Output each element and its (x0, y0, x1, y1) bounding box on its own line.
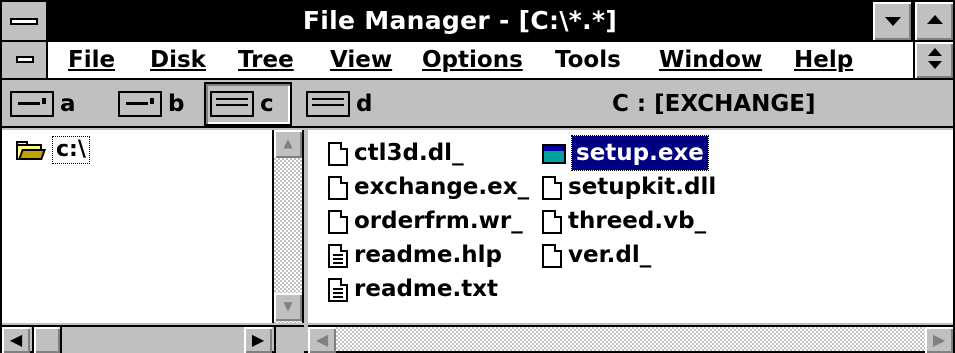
drive-b-letter: b (168, 91, 185, 117)
menu-file-label: File (68, 47, 116, 73)
arrow-right-icon: ▶ (251, 330, 265, 349)
file-item[interactable]: ver.dl_ (542, 238, 762, 272)
file-name: readme.txt (354, 276, 499, 302)
restore-button[interactable] (913, 42, 953, 78)
file-list-pane[interactable]: ctl3d.dl_ exchange.ex_ orderfrm.wr_ read… (308, 130, 953, 323)
scroll-down-icon: ▼ (283, 299, 293, 313)
document-icon (328, 244, 348, 268)
system-menu-button[interactable] (2, 2, 48, 40)
system-menu-icon (10, 18, 38, 25)
menu-file[interactable]: File (68, 42, 115, 78)
tree-item-label: c:\ (52, 136, 90, 164)
file-horizontal-scrollbar[interactable]: ◀ ▶ (308, 325, 953, 353)
scroll-up-button[interactable]: ▲ (274, 130, 302, 158)
drive-d[interactable]: d (306, 82, 386, 126)
arrow-right-icon: ▶ (932, 330, 946, 349)
file-item[interactable]: readme.hlp (328, 238, 538, 272)
menu-options[interactable]: Options (422, 42, 523, 78)
maximize-icon (927, 15, 943, 24)
volume-label: C : [EXCHANGE] (612, 91, 816, 117)
file-icon (542, 176, 562, 200)
open-folder-icon (16, 141, 47, 161)
menu-options-label: Options (422, 47, 523, 73)
file-name: exchange.ex_ (354, 174, 530, 200)
menu-tree-label: Tree (238, 47, 294, 73)
menu-tree[interactable]: Tree (238, 42, 294, 78)
scrollbar-corner (274, 327, 304, 353)
arrow-left-icon: ◀ (9, 330, 23, 349)
file-name: ctl3d.dl_ (354, 140, 464, 166)
file-item[interactable]: readme.txt (328, 272, 538, 306)
menu-bar: File Disk Tree View Options Tools Window… (2, 42, 953, 80)
tree-horizontal-scrollbar[interactable]: ◀ ▶ (2, 325, 304, 353)
drive-c[interactable]: c (204, 82, 292, 126)
file-name: orderfrm.wr_ (354, 208, 523, 234)
restore-up-icon (928, 48, 942, 56)
menu-window-label: Window (659, 47, 763, 73)
file-name: setupkit.dll (568, 174, 717, 200)
window-title: File Manager - [C:\*.*] (302, 6, 618, 35)
tree-vertical-scrollbar[interactable]: ▲ ▼ (272, 130, 302, 323)
file-item-selected[interactable]: setup.exe (542, 135, 762, 171)
menu-disk[interactable]: Disk (150, 42, 206, 78)
file-item[interactable]: threed.vb_ (542, 204, 762, 238)
menu-help-label: Help (794, 47, 854, 73)
restore-down-icon (928, 61, 942, 69)
file-name: setup.exe (571, 135, 709, 171)
document-system-menu-button[interactable] (2, 42, 48, 78)
scroll-left-button[interactable]: ◀ (308, 327, 336, 353)
scroll-right-button[interactable]: ▶ (244, 327, 272, 353)
title-bar[interactable]: File Manager - [C:\*.*] (2, 2, 953, 42)
file-item[interactable]: orderfrm.wr_ (328, 204, 538, 238)
file-item[interactable]: exchange.ex_ (328, 170, 538, 204)
arrow-left-icon: ◀ (315, 330, 329, 349)
file-name: ver.dl_ (568, 242, 652, 268)
program-icon (542, 144, 566, 164)
scroll-down-button[interactable]: ▼ (274, 293, 302, 321)
file-icon (542, 210, 562, 234)
scroll-track[interactable] (62, 327, 244, 353)
drive-a[interactable]: a (10, 82, 92, 126)
menu-disk-label: Disk (150, 47, 206, 73)
menu-tools[interactable]: Tools (555, 42, 621, 78)
hard-drive-icon (210, 91, 254, 117)
scroll-thumb[interactable] (32, 327, 62, 353)
floppy-drive-icon (118, 91, 162, 117)
document-menu-icon (16, 56, 34, 63)
directory-tree-pane[interactable]: c:\ ▲ ▼ (2, 130, 304, 323)
maximize-button[interactable] (913, 2, 953, 40)
file-icon (328, 176, 348, 200)
menu-help[interactable]: Help (794, 42, 853, 78)
file-icon (542, 244, 562, 268)
file-icon (328, 142, 348, 166)
drive-b[interactable]: b (118, 82, 198, 126)
minimize-icon (885, 17, 901, 26)
document-icon (328, 278, 348, 302)
drive-bar: a b c d C : [EXCHANGE] (2, 82, 953, 128)
menu-window[interactable]: Window (659, 42, 762, 78)
scroll-right-button[interactable]: ▶ (925, 327, 953, 353)
menu-tools-label: Tools (555, 47, 621, 73)
scroll-left-button[interactable]: ◀ (2, 327, 30, 353)
scroll-up-icon: ▲ (283, 136, 293, 150)
file-name: threed.vb_ (568, 208, 707, 234)
file-icon (328, 210, 348, 234)
drive-a-letter: a (60, 91, 76, 117)
drive-d-letter: d (356, 91, 373, 117)
minimize-button[interactable] (871, 2, 911, 40)
hard-drive-icon (306, 91, 350, 117)
file-item[interactable]: ctl3d.dl_ (328, 136, 538, 170)
file-name: readme.hlp (354, 242, 502, 268)
file-item[interactable]: setupkit.dll (542, 170, 762, 204)
drive-c-letter: c (260, 91, 274, 117)
menu-view[interactable]: View (330, 42, 392, 78)
menu-view-label: View (330, 47, 393, 73)
file-manager-window: File Manager - [C:\*.*] File Disk Tree V… (0, 0, 955, 353)
floppy-drive-icon (10, 91, 54, 117)
